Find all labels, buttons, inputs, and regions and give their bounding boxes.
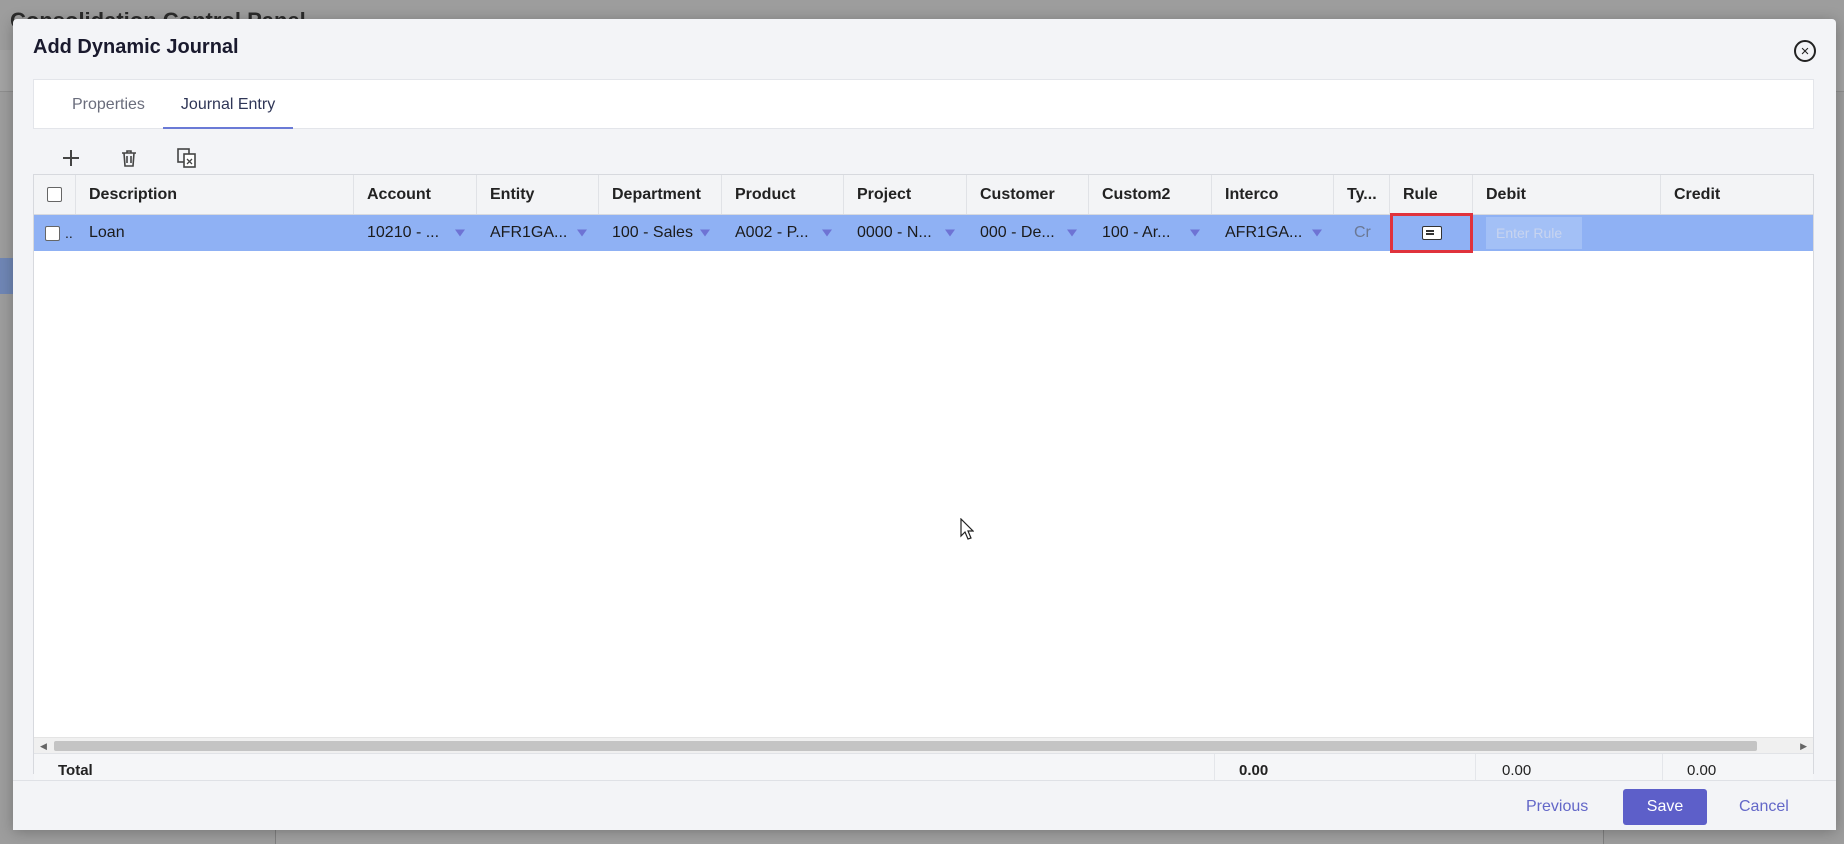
grid-header: Description Account Entity Department Pr… [34,175,1813,215]
scroll-left-icon[interactable]: ◀ [40,741,47,752]
column-header[interactable]: Project [844,175,967,214]
cancel-button[interactable]: Cancel [1739,789,1789,825]
background-panel [275,830,1604,844]
chevron-down-icon[interactable] [577,229,587,237]
rule-editor-icon [1421,226,1442,240]
chevron-down-icon[interactable] [455,229,465,237]
tab-properties[interactable]: Properties [54,80,163,128]
project-value: 0000 - N... [857,224,932,241]
customer-value: 000 - De... [980,224,1055,241]
product-cell[interactable]: A002 - P... [722,215,844,251]
add-row-button[interactable] [53,140,89,176]
background-sidebar-tab [0,258,14,294]
entity-value: AFR1GA... [490,224,568,241]
plus-icon [63,150,79,166]
department-cell[interactable]: 100 - Sales [599,215,722,251]
chevron-down-icon[interactable] [1312,229,1322,237]
scroll-right-icon[interactable]: ▶ [1800,741,1807,752]
add-dynamic-journal-dialog: Add Dynamic Journal × Properties Journal… [13,19,1836,830]
chevron-down-icon[interactable] [1067,229,1077,237]
column-header[interactable]: Customer [967,175,1089,214]
credit-cell[interactable] [1661,215,1813,251]
journal-entry-grid: Description Account Entity Department Pr… [33,174,1814,787]
row-marker: .. [65,225,73,241]
column-header[interactable]: Custom2 [1089,175,1212,214]
account-value: 10210 - ... [367,224,440,241]
row-select-cell: .. [34,215,76,251]
debit-cell [1473,215,1661,251]
trash-icon [122,150,136,167]
table-row[interactable]: .. Loan 10210 - ... AFR1GA... 100 - Sale… [34,213,1813,253]
column-header[interactable]: Ty... [1334,175,1390,214]
chevron-down-icon[interactable] [945,229,955,237]
copy-icon [177,148,196,168]
custom2-value: 100 - Ar... [1102,224,1171,241]
copy-row-button[interactable] [169,140,205,176]
interco-cell[interactable]: AFR1GA... [1212,215,1334,251]
column-header[interactable]: Account [354,175,477,214]
chevron-down-icon[interactable] [1190,229,1200,237]
column-header[interactable]: Credit [1661,175,1813,214]
column-header[interactable]: Description [76,175,354,214]
column-header[interactable]: Rule [1390,175,1473,214]
column-header[interactable]: Department [599,175,722,214]
delete-row-button[interactable] [111,140,147,176]
product-value: A002 - P... [735,224,809,241]
select-all-cell [34,175,76,214]
interco-value: AFR1GA... [1225,224,1303,241]
rule-editor-button[interactable] [1390,213,1473,253]
previous-button[interactable]: Previous [1526,789,1588,825]
scrollbar-thumb[interactable] [54,741,1757,751]
mouse-cursor-icon [960,518,974,540]
tab-journal-entry[interactable]: Journal Entry [162,80,294,129]
entity-cell[interactable]: AFR1GA... [477,215,599,251]
project-cell[interactable]: 0000 - N... [844,215,967,251]
horizontal-scrollbar[interactable]: ◀ ▶ [34,737,1813,753]
debit-input[interactable] [1486,217,1582,249]
rule-cell [1390,213,1473,253]
tab-bar: Properties Journal Entry [33,79,1814,129]
type-cell[interactable]: Cr [1334,215,1390,251]
customer-cell[interactable]: 000 - De... [967,215,1089,251]
column-header[interactable]: Entity [477,175,599,214]
grid-toolbar [53,138,205,178]
column-header[interactable]: Product [722,175,844,214]
save-button[interactable]: Save [1623,789,1707,825]
select-all-checkbox[interactable] [47,187,62,202]
column-header[interactable]: Debit [1473,175,1661,214]
chevron-down-icon[interactable] [822,229,832,237]
close-icon[interactable]: × [1794,40,1816,62]
department-value: 100 - Sales [612,224,693,241]
chevron-down-icon[interactable] [700,229,710,237]
row-checkbox[interactable] [45,225,60,241]
column-header[interactable]: Interco [1212,175,1334,214]
description-cell[interactable]: Loan [76,215,354,251]
custom2-cell[interactable]: 100 - Ar... [1089,215,1212,251]
dialog-title: Add Dynamic Journal [33,36,239,58]
dialog-footer: Previous Save Cancel [13,780,1836,830]
account-cell[interactable]: 10210 - ... [354,215,477,251]
